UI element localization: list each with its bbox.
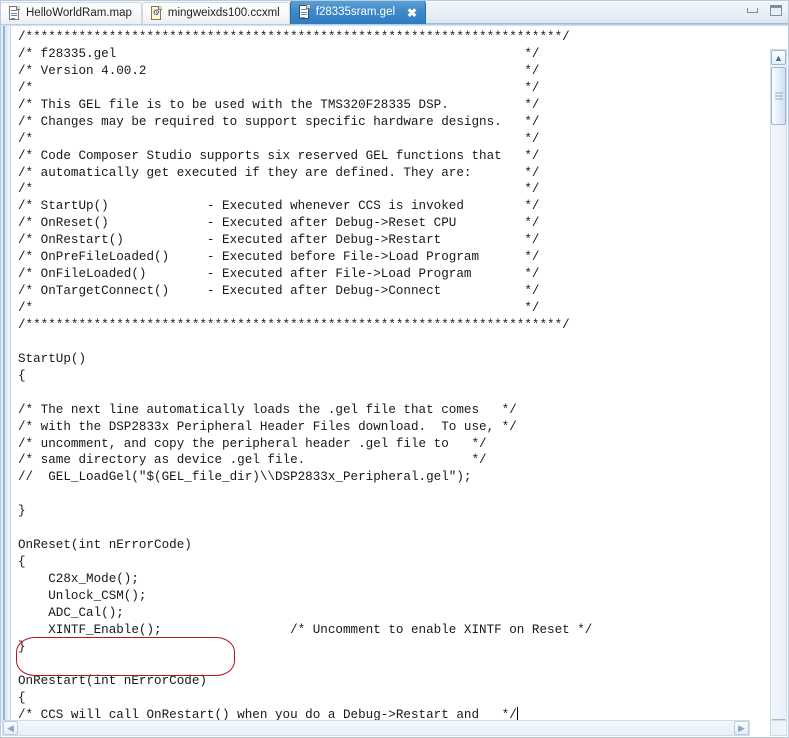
- code-line: /* OnRestart() - Executed after Debug->R…: [18, 233, 540, 248]
- editor-gutter[interactable]: [0, 26, 11, 723]
- window-controls: [745, 3, 784, 18]
- code-line: // GEL_LoadGel("$(GEL_file_dir)\\DSP2833…: [18, 470, 472, 485]
- code-line: }: [18, 639, 26, 654]
- tab-label: mingweixds100.ccxml: [167, 6, 280, 19]
- xml-file-icon: ⚙: [150, 6, 163, 21]
- code-line: /* */: [18, 301, 540, 315]
- tab-mingweixds100-ccxml[interactable]: ⚙ mingweixds100.ccxml: [141, 2, 290, 24]
- close-icon[interactable]: ✖: [405, 7, 419, 19]
- code-line: /* */: [18, 131, 540, 146]
- editor-window: HelloWorldRam.map ⚙ mingweixds100.ccxml …: [0, 0, 789, 738]
- code-line: /* Changes may be required to support sp…: [18, 114, 540, 129]
- scroll-left-icon[interactable]: ◀: [3, 721, 18, 735]
- maximize-icon[interactable]: [768, 3, 784, 18]
- tab-helloworldram-map[interactable]: HelloWorldRam.map: [0, 2, 142, 24]
- scrollbar-corner: [770, 720, 787, 736]
- text-caret: [516, 706, 518, 720]
- code-line: /* The next line automatically loads the…: [18, 402, 517, 417]
- editor-tab-bar: HelloWorldRam.map ⚙ mingweixds100.ccxml …: [0, 0, 789, 24]
- code-line: /* Code Composer Studio supports six res…: [18, 148, 540, 163]
- code-line: StartUp(): [18, 351, 87, 366]
- code-line: /* OnReset() - Executed after Debug->Res…: [18, 216, 540, 231]
- editor-frame: /***************************************…: [0, 24, 789, 738]
- code-line: XINTF_Enable(); /* Uncomment to enable X…: [18, 622, 593, 637]
- code-line: /* automatically get executed if they ar…: [18, 165, 540, 180]
- code-line: {: [18, 690, 26, 705]
- map-file-icon: [8, 6, 21, 21]
- code-line: /***************************************…: [18, 30, 570, 44]
- code-line: /* uncomment, and copy the peripheral he…: [18, 436, 487, 451]
- gutter-accent-stripe: [3, 26, 5, 723]
- code-line: ADC_Cal();: [18, 605, 124, 620]
- code-line: /***************************************…: [18, 317, 570, 332]
- code-line: /* OnFileLoaded() - Executed after File-…: [18, 267, 540, 282]
- tab-label: f28335sram.gel: [315, 5, 396, 18]
- code-viewport[interactable]: /***************************************…: [12, 26, 751, 723]
- code-line: {: [18, 555, 26, 570]
- code-line: }: [18, 504, 26, 519]
- code-line: Unlock_CSM();: [18, 588, 147, 603]
- gel-file-icon: [298, 5, 311, 20]
- scroll-thumb-grip-icon: [775, 92, 783, 100]
- vertical-scrollbar[interactable]: ▲ ▼: [770, 49, 787, 735]
- code-text[interactable]: /***************************************…: [12, 26, 751, 723]
- vertical-scroll-thumb[interactable]: [771, 67, 786, 125]
- code-line: C28x_Mode();: [18, 572, 139, 586]
- code-line: /* with the DSP2833x Peripheral Header F…: [18, 419, 517, 434]
- code-line: /* */: [18, 182, 540, 197]
- code-line: /* OnTargetConnect() - Executed after De…: [18, 284, 540, 299]
- code-line: /* */: [18, 80, 540, 95]
- code-line: /* Version 4.00.2 */: [18, 63, 540, 78]
- code-line: OnRestart(int nErrorCode): [18, 673, 207, 688]
- horizontal-scrollbar[interactable]: ◀ ▶: [2, 720, 750, 736]
- code-line: {: [18, 368, 26, 383]
- tab-f28335sram-gel[interactable]: f28335sram.gel ✖: [289, 0, 427, 24]
- tab-strip: HelloWorldRam.map ⚙ mingweixds100.ccxml …: [0, 0, 427, 24]
- code-line: /* StartUp() - Executed whenever CCS is …: [18, 199, 540, 214]
- code-line: /* f28335.gel */: [18, 46, 540, 61]
- code-line: /* same directory as device .gel file. *…: [18, 453, 487, 468]
- minimize-icon[interactable]: [745, 3, 761, 18]
- scroll-up-icon[interactable]: ▲: [771, 50, 786, 65]
- code-line: /* This GEL file is to be used with the …: [18, 97, 540, 112]
- code-line: /* OnPreFileLoaded() - Executed before F…: [18, 250, 540, 265]
- tab-label: HelloWorldRam.map: [26, 6, 132, 19]
- scroll-right-icon[interactable]: ▶: [734, 721, 749, 735]
- code-line: OnReset(int nErrorCode): [18, 538, 192, 553]
